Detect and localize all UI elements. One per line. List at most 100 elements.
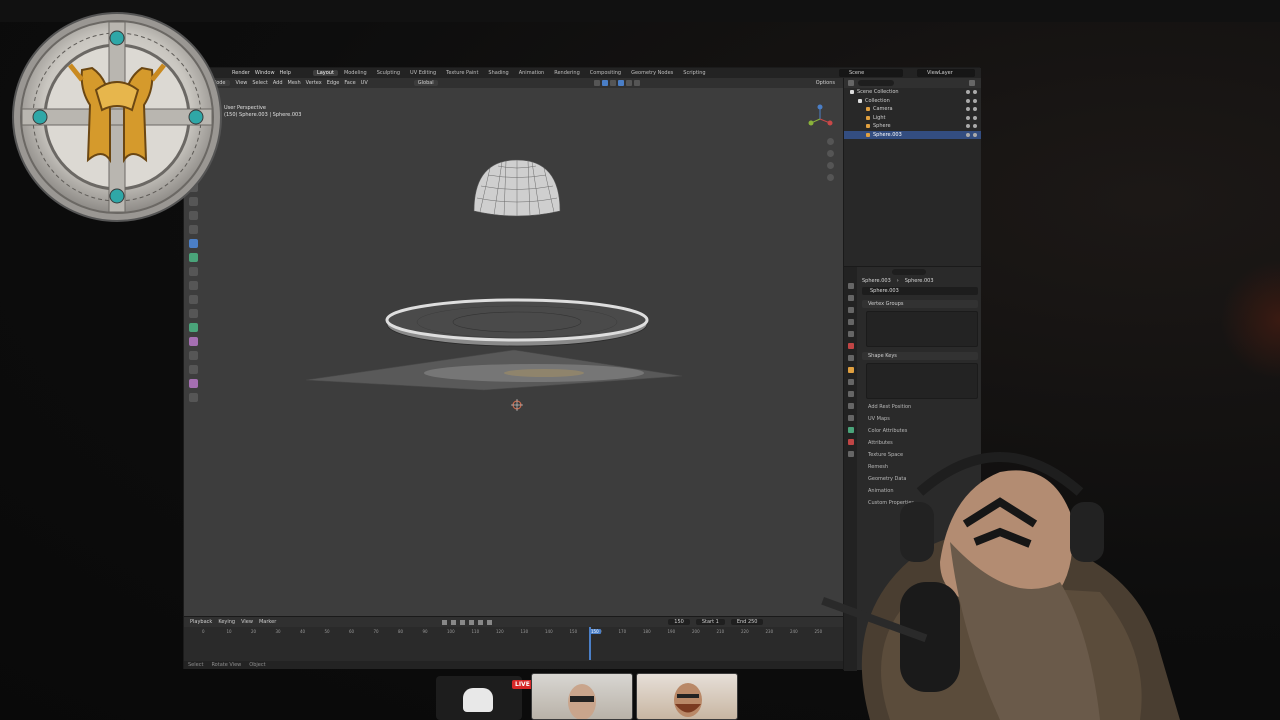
orientation-dropdown[interactable]: Global bbox=[413, 80, 438, 86]
tab-compositing[interactable]: Compositing bbox=[586, 70, 625, 76]
3d-cursor-icon[interactable] bbox=[511, 399, 523, 411]
rotate-tool-icon[interactable] bbox=[189, 225, 198, 234]
menu-view[interactable]: View bbox=[236, 80, 248, 86]
next-keyframe-icon[interactable] bbox=[478, 619, 484, 625]
start-frame-field[interactable]: Start 1 bbox=[695, 619, 725, 625]
camera-icon[interactable] bbox=[973, 107, 977, 112]
eye-icon[interactable] bbox=[966, 132, 970, 137]
tool-tab-icon[interactable] bbox=[847, 283, 854, 289]
eye-icon[interactable] bbox=[966, 90, 970, 95]
perspective-toggle-icon[interactable] bbox=[826, 174, 834, 181]
eye-icon[interactable] bbox=[966, 115, 970, 120]
eye-icon[interactable] bbox=[966, 107, 970, 112]
vertex-groups-list[interactable] bbox=[866, 311, 978, 347]
measure-tool-icon[interactable] bbox=[189, 281, 198, 290]
dome-mesh[interactable] bbox=[473, 159, 561, 217]
physics-tab-icon[interactable] bbox=[847, 403, 854, 409]
scene-tab-icon[interactable] bbox=[847, 331, 854, 337]
world-tab-icon[interactable] bbox=[847, 343, 854, 349]
view-layer-selector[interactable]: ViewLayer bbox=[917, 69, 975, 77]
jump-start-icon[interactable] bbox=[442, 619, 448, 625]
camera-icon[interactable] bbox=[973, 115, 977, 120]
add-rest-position-checkbox[interactable]: Add Rest Position bbox=[862, 403, 978, 411]
shape-keys-list[interactable] bbox=[866, 363, 978, 399]
menu-face[interactable]: Face bbox=[344, 80, 355, 86]
output-tab-icon[interactable] bbox=[847, 307, 854, 313]
play-reverse-icon[interactable] bbox=[460, 619, 466, 625]
options-dropdown[interactable]: Options bbox=[816, 80, 835, 86]
solid-shading-icon[interactable] bbox=[617, 80, 624, 86]
tab-animation[interactable]: Animation bbox=[515, 70, 549, 76]
wireframe-shading-icon[interactable] bbox=[609, 80, 616, 86]
outliner-row[interactable]: Sphere bbox=[844, 122, 981, 131]
tab-sculpting[interactable]: Sculpting bbox=[373, 70, 404, 76]
tab-shading[interactable]: Shading bbox=[484, 70, 512, 76]
end-frame-field[interactable]: End 250 bbox=[730, 619, 764, 625]
collection-tab-icon[interactable] bbox=[847, 355, 854, 361]
display-mode-icon[interactable] bbox=[848, 80, 854, 86]
menu-vertex[interactable]: Vertex bbox=[306, 80, 322, 86]
participant-thumbnail-2[interactable] bbox=[636, 673, 738, 720]
particles-tab-icon[interactable] bbox=[847, 391, 854, 397]
menu-marker[interactable]: Marker bbox=[259, 619, 276, 625]
scene-selector[interactable]: Scene bbox=[839, 69, 903, 77]
navigation-gizmo-icon[interactable] bbox=[805, 104, 835, 134]
eye-icon[interactable] bbox=[966, 98, 970, 103]
inset-tool-icon[interactable] bbox=[189, 309, 198, 318]
jump-end-icon[interactable] bbox=[487, 619, 493, 625]
smooth-tool-icon[interactable] bbox=[189, 393, 198, 402]
current-frame-field[interactable]: 150 bbox=[668, 619, 690, 625]
tab-geometry-nodes[interactable]: Geometry Nodes bbox=[627, 70, 677, 76]
camera-view-icon[interactable] bbox=[826, 162, 834, 169]
overlay-icon[interactable] bbox=[593, 80, 600, 86]
play-icon[interactable] bbox=[469, 619, 475, 625]
knife-tool-icon[interactable] bbox=[189, 351, 198, 360]
camera-icon[interactable] bbox=[973, 124, 977, 129]
menu-select[interactable]: Select bbox=[252, 80, 267, 86]
render-tab-icon[interactable] bbox=[847, 295, 854, 301]
pan-icon[interactable] bbox=[826, 150, 834, 157]
eye-icon[interactable] bbox=[966, 124, 970, 129]
menu-render[interactable]: Render bbox=[232, 70, 250, 76]
tab-scripting[interactable]: Scripting bbox=[679, 70, 709, 76]
constraints-tab-icon[interactable] bbox=[847, 415, 854, 421]
spin-tool-icon[interactable] bbox=[189, 379, 198, 388]
screen-share-tile[interactable]: LIVE bbox=[436, 676, 533, 720]
menu-help[interactable]: Help bbox=[280, 70, 291, 76]
object-tab-icon[interactable] bbox=[847, 367, 854, 373]
properties-search-input[interactable] bbox=[892, 268, 926, 275]
outliner-search-input[interactable] bbox=[858, 80, 894, 86]
menu-mesh[interactable]: Mesh bbox=[288, 80, 301, 86]
filter-icon[interactable] bbox=[969, 80, 975, 86]
outliner-row[interactable]: Sphere.003 bbox=[844, 130, 981, 139]
camera-icon[interactable] bbox=[973, 90, 977, 95]
outliner-row[interactable]: Light bbox=[844, 114, 981, 123]
tab-texture-paint[interactable]: Texture Paint bbox=[442, 70, 482, 76]
frame-ruler[interactable]: 0102030405060708090100110120130140150160… bbox=[184, 627, 843, 637]
menu-uv[interactable]: UV bbox=[361, 80, 368, 86]
panel-vertex-groups[interactable]: Vertex Groups bbox=[862, 300, 978, 308]
modifier-tab-icon[interactable] bbox=[847, 379, 854, 385]
menu-timeline-view[interactable]: View bbox=[241, 619, 253, 625]
tab-uv-editing[interactable]: UV Editing bbox=[406, 70, 440, 76]
ring-disc-mesh[interactable] bbox=[385, 298, 649, 347]
participant-thumbnail-1[interactable] bbox=[531, 673, 633, 720]
tab-modeling[interactable]: Modeling bbox=[340, 70, 371, 76]
material-shading-icon[interactable] bbox=[625, 80, 632, 86]
bevel-tool-icon[interactable] bbox=[189, 323, 198, 332]
camera-icon[interactable] bbox=[973, 132, 977, 137]
menu-add[interactable]: Add bbox=[273, 80, 283, 86]
outliner-row[interactable]: Collection bbox=[844, 97, 981, 106]
poly-build-tool-icon[interactable] bbox=[189, 365, 198, 374]
panel-uv-maps[interactable]: UV Maps bbox=[862, 415, 978, 423]
loop-cut-tool-icon[interactable] bbox=[189, 337, 198, 346]
camera-icon[interactable] bbox=[973, 98, 977, 103]
3d-viewport[interactable]: User Perspective (150) Sphere.003 | Sphe… bbox=[184, 88, 843, 616]
tab-layout[interactable]: Layout bbox=[312, 70, 338, 76]
zoom-icon[interactable] bbox=[826, 138, 834, 145]
annotate-tool-icon[interactable] bbox=[189, 267, 198, 276]
prev-keyframe-icon[interactable] bbox=[451, 619, 457, 625]
tab-rendering[interactable]: Rendering bbox=[550, 70, 584, 76]
rendered-shading-icon[interactable] bbox=[633, 80, 640, 86]
ground-plane-mesh[interactable] bbox=[305, 349, 683, 391]
